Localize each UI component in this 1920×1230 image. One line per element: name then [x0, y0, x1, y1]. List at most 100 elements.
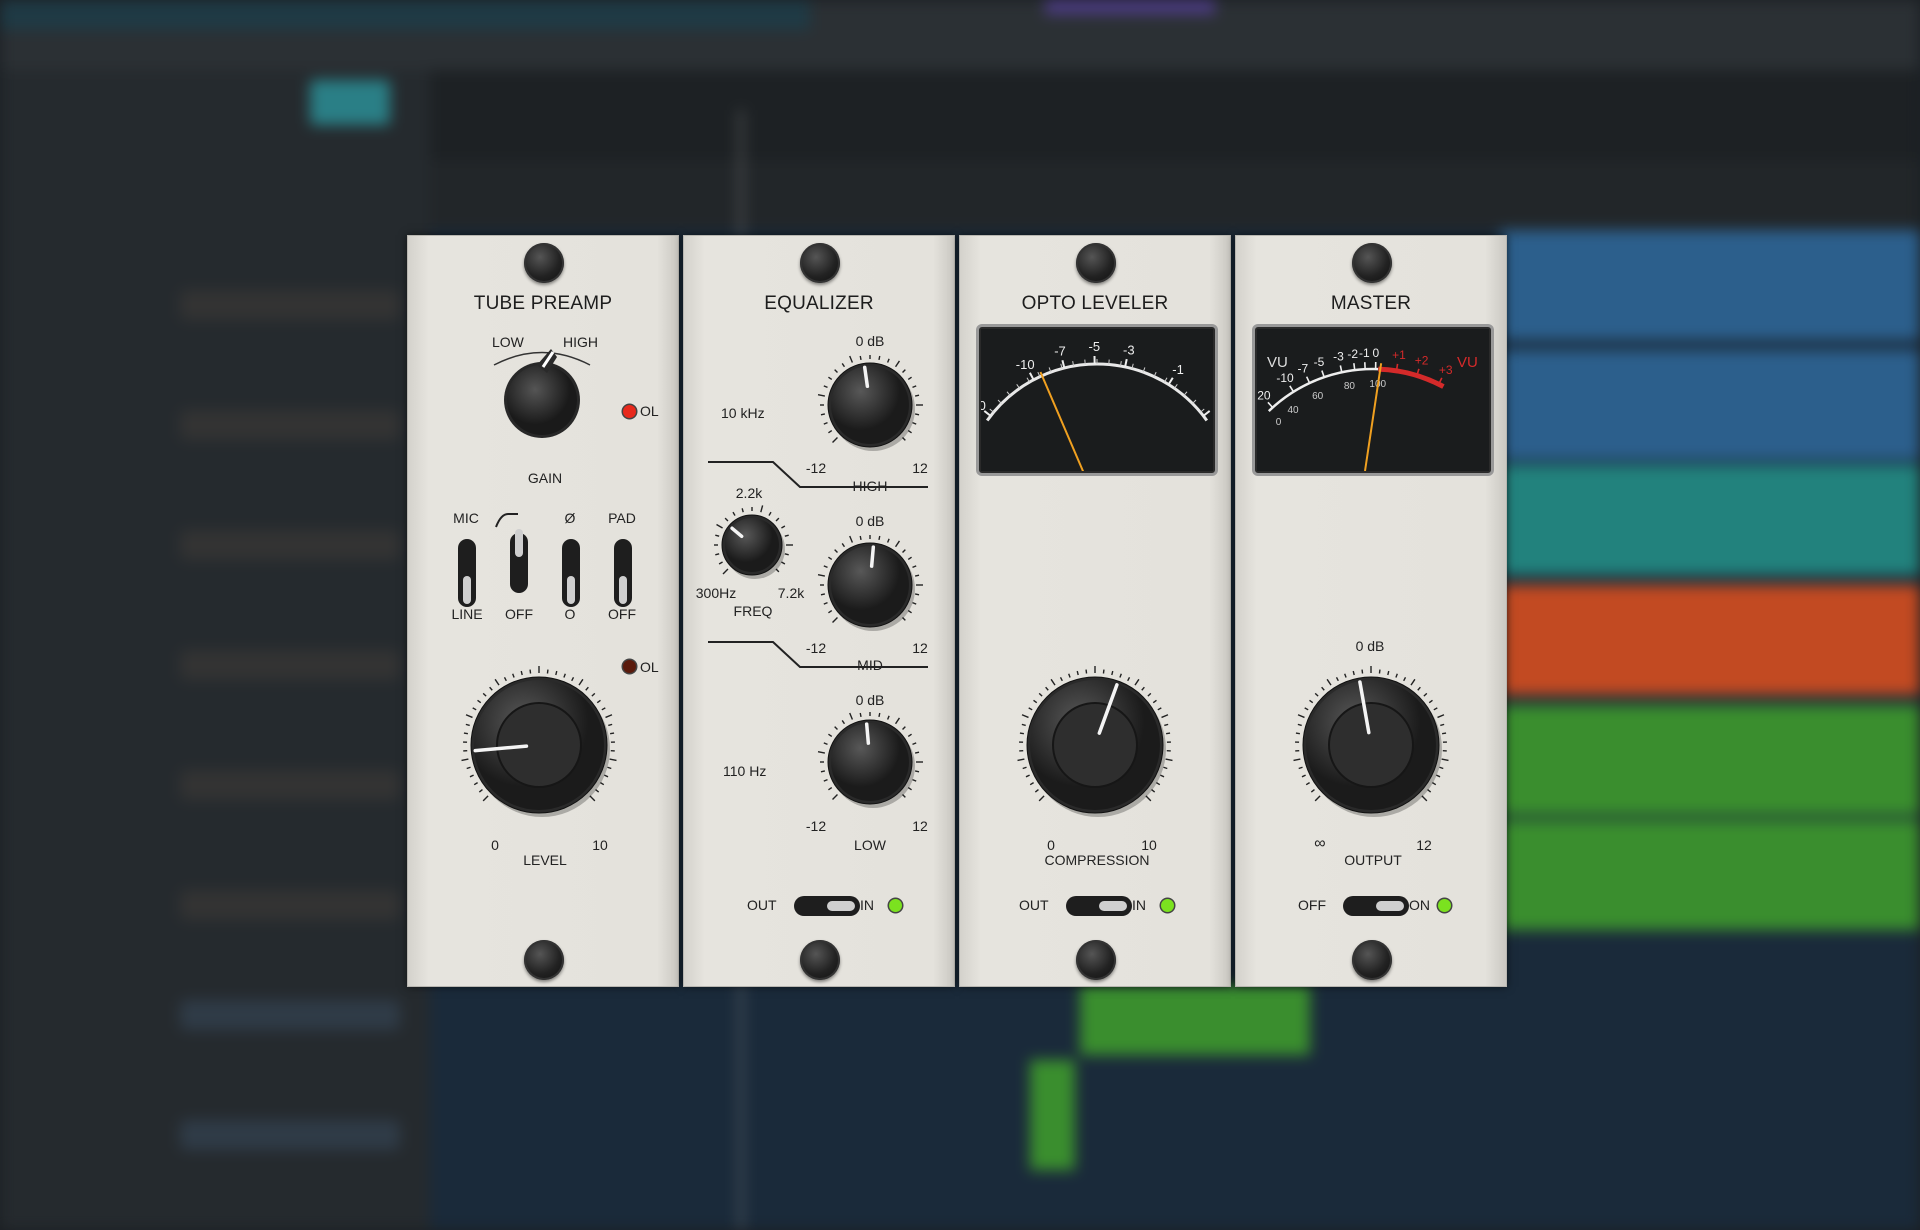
knob-tick	[1034, 789, 1039, 793]
knob-tick	[465, 723, 470, 727]
bypass-in-label: IN	[860, 897, 874, 913]
bypass-toggle[interactable]	[793, 893, 863, 919]
knob-tick	[1437, 714, 1445, 719]
knob-tick	[1421, 795, 1428, 802]
knob-tick	[832, 794, 838, 800]
knob-tick	[1314, 795, 1321, 802]
knob-tick	[473, 782, 478, 786]
vu-scale-label: -20	[1257, 389, 1271, 403]
meter-scale-label: -10	[1016, 357, 1035, 372]
equalizer-module: EQUALIZER 0 dB 10 kHz -12 12 HIGH 2.2k 3…	[683, 235, 955, 987]
gain-label: GAIN	[527, 470, 563, 486]
knob-tick	[604, 774, 609, 778]
meter-scale-label: -1	[1172, 362, 1184, 377]
knob-tick	[823, 778, 828, 782]
ol-label: OL	[640, 403, 659, 419]
knob-tick	[463, 732, 468, 735]
gain-knob[interactable]	[477, 335, 607, 465]
knob-tick	[781, 561, 786, 565]
knob-tick	[589, 795, 596, 802]
knob-tick	[894, 360, 901, 368]
level-knob[interactable]	[449, 655, 629, 835]
vu-label-red: VU	[1457, 354, 1478, 371]
vu-scale-label: -1	[1359, 346, 1370, 360]
knob-tick	[1021, 714, 1029, 719]
knob-tick	[784, 534, 789, 537]
knob-tick	[912, 601, 917, 605]
meter-scale-label: -20	[981, 398, 986, 413]
knob-tick	[914, 770, 920, 773]
knob-tick	[571, 676, 575, 682]
knob-tick	[1305, 782, 1310, 786]
knob-tick	[578, 678, 584, 686]
knob-tick	[914, 394, 920, 397]
knob-tick	[1417, 686, 1421, 691]
knob-tick	[914, 574, 920, 577]
knob-tick	[1165, 758, 1173, 762]
level-label: LEVEL	[523, 852, 567, 868]
knob-tick	[607, 766, 612, 770]
knob-tick	[841, 363, 846, 368]
output-top-label: 0 dB	[1355, 638, 1385, 654]
knob-tick	[1021, 723, 1026, 727]
knob-tick	[466, 766, 471, 770]
low-gain-knob[interactable]	[810, 702, 930, 822]
knob-tick	[716, 523, 723, 529]
knob-tick	[784, 553, 789, 556]
bypass-led	[889, 899, 902, 912]
knob-tick	[894, 717, 901, 725]
mid-gain-knob[interactable]	[810, 525, 930, 645]
knob-tick	[878, 535, 881, 541]
highpass-toggle[interactable]	[509, 525, 529, 600]
rack-screw	[524, 940, 564, 980]
power-toggle[interactable]	[1342, 893, 1412, 919]
low-freq-label: 110 Hz	[723, 763, 767, 779]
knob-tick	[1157, 707, 1162, 711]
pad-toggle[interactable]	[613, 538, 633, 613]
knob-tick	[610, 732, 615, 735]
knob-tick	[1028, 707, 1033, 711]
mid-freq-knob[interactable]	[707, 500, 797, 590]
high-gain-knob[interactable]	[810, 345, 930, 465]
bypass-toggle[interactable]	[1065, 893, 1135, 919]
knob-tick	[1297, 714, 1305, 719]
meter-scale-label: -5	[1089, 339, 1101, 354]
knob-tick	[1127, 676, 1131, 682]
module-title: EQUALIZER	[764, 293, 874, 314]
knob-tick	[1059, 676, 1063, 682]
knob-tick	[859, 712, 862, 718]
phase-toggle[interactable]	[561, 538, 581, 613]
knob-tick	[469, 774, 474, 778]
knob-tick	[478, 789, 483, 793]
knob-tick	[1293, 758, 1301, 762]
compression-knob[interactable]	[1005, 655, 1185, 835]
knob-tick	[1025, 774, 1030, 778]
knob-tick	[912, 778, 917, 782]
low-label: LOW	[854, 837, 886, 853]
knob-tick	[482, 692, 487, 697]
knob-tick	[1161, 714, 1169, 719]
mic-line-toggle[interactable]	[457, 538, 477, 613]
knob-tick	[472, 707, 477, 711]
knob-tick	[1068, 673, 1071, 678]
knob-tick	[1033, 699, 1038, 704]
vu-scale-label: +3	[1439, 363, 1453, 377]
knob-tick	[601, 707, 606, 711]
meter-scale-label: -3	[1123, 342, 1135, 357]
knob-tick	[914, 751, 920, 754]
knob-tick	[832, 437, 838, 443]
tube-preamp-module: TUBE PREAMP LOW HIGH GAIN OL MIC Ø PAD L…	[407, 235, 679, 987]
opto-leveler-module: OPTO LEVELER -20-10-7-5-3-10 0 COMPRESSI…	[959, 235, 1231, 987]
knob-tick	[520, 670, 523, 676]
knob-tick	[820, 413, 826, 416]
module-title: OPTO LEVELER	[1021, 293, 1169, 314]
knob-tick	[834, 549, 838, 553]
knob-tick	[828, 429, 833, 434]
output-knob[interactable]	[1281, 655, 1461, 835]
knob-tick	[596, 699, 601, 704]
rack-screw	[800, 940, 840, 980]
knob-tick	[563, 673, 566, 678]
ol-led-gain	[623, 405, 636, 418]
knob-tick	[1433, 707, 1438, 711]
knob-tick	[1387, 670, 1390, 676]
